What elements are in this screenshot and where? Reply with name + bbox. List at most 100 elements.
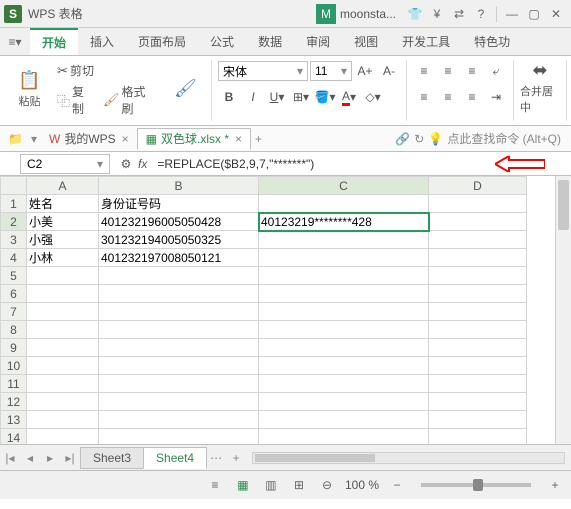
cell[interactable] <box>99 285 259 303</box>
tab-pagelayout[interactable]: 页面布局 <box>126 28 198 55</box>
tab-review[interactable]: 审阅 <box>294 28 342 55</box>
decrease-font-button[interactable]: A- <box>378 60 400 82</box>
cell[interactable]: 小强 <box>27 231 99 249</box>
cell[interactable] <box>429 357 527 375</box>
align-center-button[interactable]: ≡ <box>437 86 459 108</box>
cell[interactable] <box>259 393 429 411</box>
row-header[interactable]: 13 <box>1 411 27 429</box>
sheet-nav-first[interactable]: |◂ <box>0 451 20 465</box>
cell[interactable]: 小美 <box>27 213 99 231</box>
zoom-out-button[interactable]: ⊖ <box>317 478 337 492</box>
cell[interactable] <box>429 339 527 357</box>
view-pagelayout-button[interactable]: ▥ <box>261 478 281 492</box>
arrows-icon[interactable]: ⇄ <box>448 4 470 24</box>
tab-data[interactable]: 数据 <box>246 28 294 55</box>
format-painter-button[interactable]: 🖌格式刷 <box>99 81 160 119</box>
sheet-nav-prev[interactable]: ◂ <box>20 451 40 465</box>
add-sheet-button[interactable]: + <box>226 451 246 465</box>
cell[interactable] <box>27 393 99 411</box>
skin-icon[interactable]: 👕 <box>404 4 426 24</box>
cell[interactable] <box>99 429 259 445</box>
folder-icon[interactable]: 📁 <box>8 132 23 146</box>
doc-tab-wps[interactable]: W我的WPS× <box>41 128 137 150</box>
close-icon[interactable]: × <box>122 132 129 146</box>
font-size-combo[interactable]: 11▾ <box>310 61 352 81</box>
formula-input[interactable]: =REPLACE($B2,9,7,"*******") <box>153 157 495 171</box>
cell[interactable] <box>259 231 429 249</box>
row-header[interactable]: 5 <box>1 267 27 285</box>
format-brush-button[interactable]: 🖌 <box>166 78 205 101</box>
horizontal-scrollbar[interactable] <box>252 452 565 464</box>
wrap-text-button[interactable]: ⤶ <box>485 60 507 82</box>
cell[interactable] <box>99 375 259 393</box>
view-normal-button[interactable]: ▦ <box>233 478 253 492</box>
view-stats-icon[interactable]: ≡ <box>205 478 225 492</box>
name-box[interactable]: C2▾ <box>20 154 110 174</box>
coin-icon[interactable]: ¥ <box>426 4 448 24</box>
align-bottom-button[interactable]: ≡ <box>461 60 483 82</box>
cell[interactable] <box>27 321 99 339</box>
cell[interactable] <box>429 267 527 285</box>
cell[interactable]: 401232196005050428 <box>99 213 259 231</box>
cell[interactable] <box>27 267 99 285</box>
cell[interactable] <box>259 411 429 429</box>
cell[interactable] <box>99 411 259 429</box>
cell[interactable] <box>99 321 259 339</box>
close-icon[interactable]: × <box>235 132 242 146</box>
cell[interactable]: 姓名 <box>27 195 99 213</box>
col-header[interactable]: D <box>429 177 527 195</box>
cell[interactable] <box>99 267 259 285</box>
italic-button[interactable]: I <box>242 86 264 108</box>
cell[interactable] <box>27 411 99 429</box>
clear-format-button[interactable]: ◇▾ <box>362 86 384 108</box>
row-header[interactable]: 11 <box>1 375 27 393</box>
tab-dev[interactable]: 开发工具 <box>390 28 462 55</box>
file-menu[interactable]: ≡▾ <box>0 28 30 55</box>
row-header[interactable]: 6 <box>1 285 27 303</box>
cell[interactable] <box>429 195 527 213</box>
add-tab-button[interactable]: + <box>255 132 262 146</box>
cell[interactable] <box>27 429 99 445</box>
maximize-button[interactable]: ▢ <box>523 4 545 24</box>
cell[interactable] <box>429 231 527 249</box>
tab-view[interactable]: 视图 <box>342 28 390 55</box>
cell[interactable] <box>429 429 527 445</box>
cell[interactable] <box>429 285 527 303</box>
font-name-combo[interactable]: 宋体▾ <box>218 61 308 81</box>
sheet-menu[interactable]: ⋯ <box>206 451 226 465</box>
merge-cells-button[interactable]: ⬌ 合并居中 <box>520 60 560 115</box>
vertical-scrollbar[interactable] <box>555 176 571 444</box>
cell[interactable] <box>429 249 527 267</box>
row-header[interactable]: 2 <box>1 213 27 231</box>
sheet-tab[interactable]: Sheet3 <box>80 447 144 469</box>
align-right-button[interactable]: ≡ <box>461 86 483 108</box>
cell[interactable] <box>27 285 99 303</box>
cell[interactable] <box>429 321 527 339</box>
cell[interactable] <box>429 303 527 321</box>
cell[interactable] <box>259 285 429 303</box>
tab-feature[interactable]: 特色功 <box>462 28 522 55</box>
row-header[interactable]: 12 <box>1 393 27 411</box>
cell[interactable] <box>99 357 259 375</box>
cell[interactable] <box>99 303 259 321</box>
cell[interactable]: 401232197008050121 <box>99 249 259 267</box>
paste-button[interactable]: 📋 粘贴 <box>10 70 49 109</box>
zoom-minus[interactable]: − <box>387 478 407 492</box>
cell[interactable] <box>259 375 429 393</box>
sheet-tab[interactable]: Sheet4 <box>143 447 207 469</box>
user-avatar[interactable]: M <box>316 4 336 24</box>
row-header[interactable]: 10 <box>1 357 27 375</box>
align-top-button[interactable]: ≡ <box>413 60 435 82</box>
cell[interactable] <box>429 213 527 231</box>
cell[interactable]: 301232194005050325 <box>99 231 259 249</box>
col-header[interactable]: C <box>259 177 429 195</box>
cell[interactable]: 小林 <box>27 249 99 267</box>
cell[interactable] <box>27 303 99 321</box>
row-header[interactable]: 9 <box>1 339 27 357</box>
username[interactable]: moonsta... <box>340 7 396 21</box>
sheet-nav-next[interactable]: ▸ <box>40 451 60 465</box>
chevron-down-icon[interactable]: ▾ <box>31 132 37 146</box>
tab-formula[interactable]: 公式 <box>198 28 246 55</box>
cell[interactable] <box>27 375 99 393</box>
cell[interactable] <box>259 267 429 285</box>
